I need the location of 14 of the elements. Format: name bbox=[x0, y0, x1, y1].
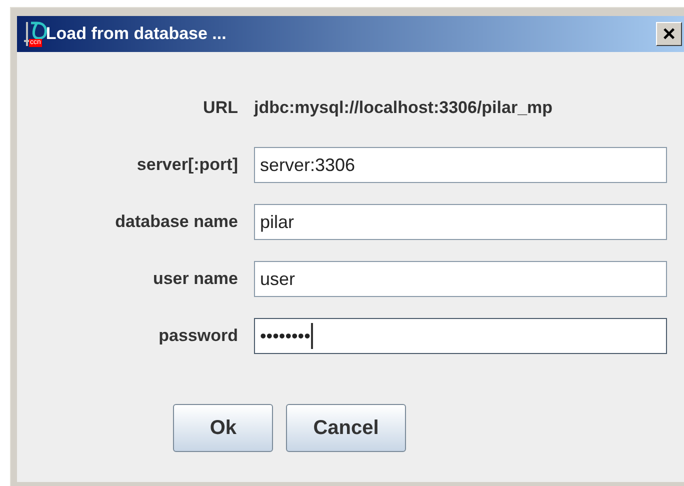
input-field[interactable]: pilar bbox=[254, 204, 667, 240]
field-label: server[:port] bbox=[136, 154, 238, 176]
field-label: user name bbox=[152, 268, 238, 290]
field-label: password bbox=[158, 325, 238, 348]
dialog-button[interactable]: Cancel bbox=[286, 404, 406, 452]
input-field[interactable]: •••••••• bbox=[254, 318, 667, 354]
url-label: URL bbox=[202, 97, 238, 120]
close-button[interactable]: × bbox=[656, 22, 682, 46]
window-title: Load from database ... bbox=[46, 23, 226, 46]
input-field[interactable]: user bbox=[254, 261, 667, 297]
input-field[interactable]: server:3306 bbox=[254, 147, 667, 183]
dialog-button[interactable]: Ok bbox=[173, 404, 274, 452]
field-label: database name bbox=[114, 211, 238, 234]
url-value: jdbc:mysql://localhost:3306/pilar_mp bbox=[254, 97, 553, 120]
